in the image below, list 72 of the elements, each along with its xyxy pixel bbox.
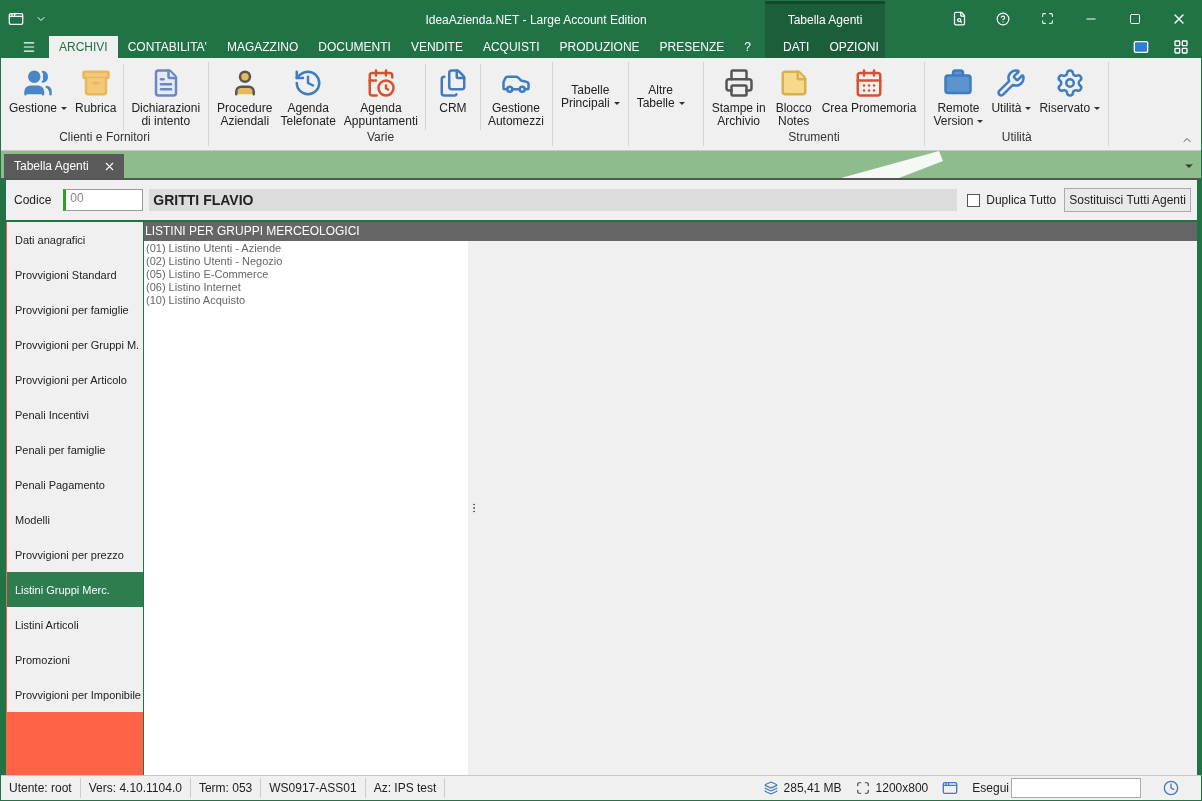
nav-item[interactable]: Provvigioni per Imponibile — [7, 677, 143, 712]
nav-item[interactable]: Listini Articoli — [7, 607, 143, 642]
ribbon-button[interactable]: Utilità — [987, 64, 1036, 130]
nav-item[interactable]: Provvigioni per famiglie — [7, 292, 143, 327]
ribbon-button[interactable]: Agenda Appuntamenti — [339, 64, 422, 130]
nav-item[interactable]: Promozioni — [7, 642, 143, 677]
nav-item[interactable]: Provvigioni per prezzo — [7, 537, 143, 572]
ribbon-tab[interactable]: DATI — [773, 36, 820, 58]
group-label: Clienti e Fornitori — [58, 130, 151, 146]
ribbon-button[interactable]: Crea Promemoria — [817, 64, 921, 130]
document-tab[interactable]: Tabella Agenti — [4, 154, 124, 178]
ribbon-button[interactable]: CRM — [428, 64, 477, 130]
nav-item[interactable]: Penali Incentivi — [7, 397, 143, 432]
ribbon-button[interactable]: Rubrica — [71, 64, 121, 130]
status-item: Term: 053 — [190, 778, 262, 798]
nav-item[interactable]: Penali per famiglie — [7, 432, 143, 467]
ribbon-tab[interactable]: ? — [734, 36, 761, 58]
nav-item[interactable]: Penali Pagamento — [7, 467, 143, 502]
ribbon-tab[interactable]: VENDITE — [400, 36, 473, 58]
nav-item[interactable]: Listini Gruppi Merc. — [7, 572, 143, 607]
ribbon-button[interactable]: Dichiarazioni di intento — [127, 64, 205, 130]
run-label: Esegui — [972, 781, 1009, 795]
code-label: Codice — [14, 193, 52, 207]
ribbon-tab[interactable]: OPZIONI — [819, 36, 889, 58]
duplicate-checkbox[interactable] — [967, 193, 981, 207]
replace-all-button[interactable]: Sostituisci Tutti Agenti — [1064, 188, 1191, 212]
nav-item[interactable]: Modelli — [7, 502, 143, 537]
memory-usage: 285,41 MB — [783, 781, 842, 795]
nav-item[interactable]: Provvigioni per Articolo — [7, 362, 143, 397]
ribbon-tab[interactable]: PRESENZE — [649, 36, 735, 58]
ribbon-button[interactable]: Altre Tabelle — [632, 64, 689, 146]
status-item: Az: IPS test — [365, 778, 446, 798]
ribbon-button[interactable]: Agenda Telefonate — [276, 64, 340, 130]
ribbon-button[interactable]: Tabelle Principali — [556, 64, 624, 146]
ribbon-button[interactable]: Gestione — [5, 64, 72, 130]
status-item: Vers: 4.10.1104.0 — [80, 778, 191, 798]
ribbon-button[interactable]: Procedure Aziendali — [213, 64, 277, 130]
nav-item[interactable]: Dati anagrafici — [7, 222, 143, 257]
ribbon-button[interactable]: Riservato — [1035, 64, 1105, 130]
clock-icon[interactable] — [1163, 780, 1179, 796]
list-item[interactable]: (02) Listino Utenti - Negozio — [146, 255, 466, 268]
run-field[interactable] — [1011, 778, 1141, 798]
ribbon-button[interactable]: Stampe in Archivio — [707, 64, 770, 130]
window-preview-icon[interactable] — [942, 780, 959, 796]
list-item[interactable]: (06) Listino Internet — [146, 281, 466, 294]
ribbon-button[interactable]: Remote Version — [929, 64, 988, 130]
code-field[interactable]: 00 — [63, 189, 144, 211]
ribbon-tab[interactable]: DOCUMENTI — [308, 36, 401, 58]
status-item: Utente: root — [1, 778, 81, 798]
ribbon-tab[interactable]: CONTABILITA' — [117, 36, 217, 58]
list-item[interactable]: (05) Listino E-Commerce — [146, 268, 466, 281]
nav-item[interactable]: Provvigioni per Gruppi M. — [7, 327, 143, 362]
list-item[interactable]: (01) Listino Utenti - Aziende — [146, 242, 466, 255]
status-item: WS0917-ASS01 — [261, 778, 366, 798]
group-label: Varie — [365, 130, 396, 146]
list-item[interactable]: (10) Listino Acquisto — [146, 294, 466, 307]
nav-item[interactable]: Provvigioni Standard — [7, 257, 143, 292]
agent-name: GRITTI FLAVIO — [149, 189, 958, 211]
ribbon-tab[interactable]: PRODUZIONE — [549, 36, 650, 58]
ribbon-button[interactable]: Gestione Automezzi — [483, 64, 548, 130]
duplicate-label: Duplica Tutto — [986, 193, 1057, 207]
group-label: Strumenti — [787, 130, 841, 146]
resolution: 1200x800 — [875, 781, 929, 795]
resolution-icon — [855, 781, 870, 795]
ribbon-tab[interactable]: MAGAZZINO — [216, 36, 309, 58]
ribbon-tab[interactable]: ACQUISTI — [472, 36, 550, 58]
group-label: Utilità — [1000, 130, 1033, 146]
memory-icon — [763, 781, 778, 795]
panel-title: LISTINI PER GRUPPI MERCEOLOGICI — [144, 222, 1197, 241]
ribbon-tab[interactable]: ARCHIVI — [49, 36, 118, 58]
ribbon-button[interactable]: Blocco Notes — [769, 64, 818, 130]
window-title: IdeaAzienda.NET - Large Account Edition — [425, 13, 647, 27]
